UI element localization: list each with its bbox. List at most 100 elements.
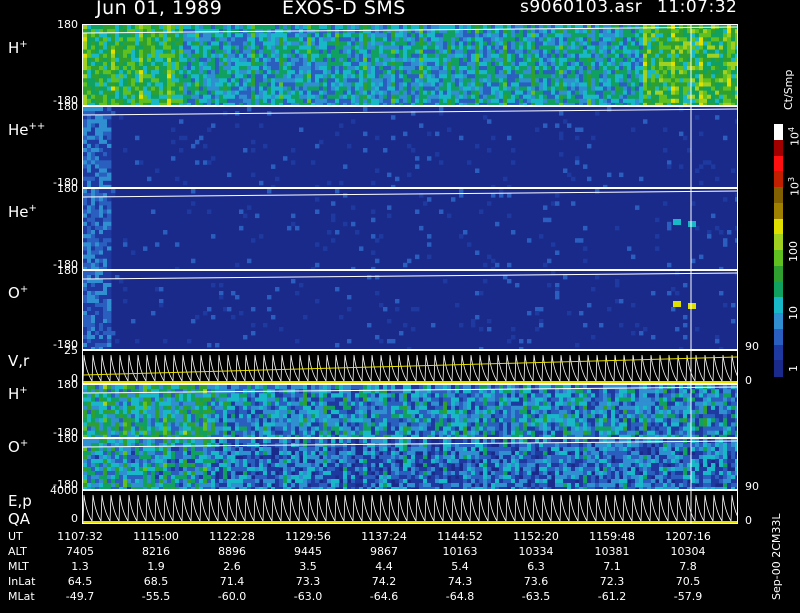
colorbar-segment [774,234,783,250]
row-value-ut: 1107:32 [50,530,110,543]
row-value-mlt: 5.4 [430,560,490,573]
title-date: Jun 01, 1989 [96,0,222,19]
row-value-alt: 10163 [430,545,490,558]
panel-plot-h-plus-top [83,25,738,106]
colorbar-segment [774,313,783,329]
panel-label-h-plus-bottom: H+ [8,385,28,403]
right-tick-ep: 0 [745,514,752,527]
row-value-mlat: -64.8 [430,590,490,603]
panel-label-he-plus: He+ [8,203,37,221]
row-value-mlt: 2.6 [202,560,262,573]
panel-label-o-plus-top: O+ [8,284,28,302]
row-value-ut: 1122:28 [202,530,262,543]
panel-plot-he-plus [83,189,738,270]
row-value-mlat: -55.5 [126,590,186,603]
panel-plot-o-plus-top [83,271,738,350]
title-file: s9060103.asr [520,0,642,17]
panel-he-plusplus [82,106,738,188]
panel-plot-h-plus-bottom [83,385,738,438]
panel-label-vr: V,r [8,352,29,370]
row-value-inlat: 71.4 [202,575,262,588]
row-value-mlat: -63.0 [278,590,338,603]
panel-he-plus [82,188,738,270]
ytick-top-h-plus-top: 180 [38,18,78,31]
title-instrument: EXOS-D SMS [282,0,406,19]
row-value-inlat: 74.2 [354,575,414,588]
row-label-ut: UT [8,530,23,543]
row-value-alt: 10334 [506,545,566,558]
panel-plot-vr [83,351,738,384]
ytick-top-he-plusplus: 180 [38,100,78,113]
row-value-mlt: 7.8 [658,560,718,573]
row-value-mlat: -61.2 [582,590,642,603]
row-label-inlat: InLat [8,575,35,588]
row-value-mlt: 4.4 [354,560,414,573]
row-value-inlat: 70.5 [658,575,718,588]
row-value-mlat: -57.9 [658,590,718,603]
colorbar-segment [774,345,783,361]
colorbar-segment [774,219,783,235]
panel-o-plus-top [82,270,738,350]
row-value-alt: 9867 [354,545,414,558]
row-value-mlt: 1.9 [126,560,186,573]
colorbar-segment [774,140,783,156]
row-value-alt: 9445 [278,545,338,558]
colorbar-segment [774,203,783,219]
row-value-ut: 1159:48 [582,530,642,543]
colorbar-tick: 1 [787,372,794,385]
right-tick-o-plus-top: 90 [745,340,759,353]
row-value-mlat: -63.5 [506,590,566,603]
ytick-bottom-ep: 0 [38,512,78,525]
colorbar-tick: 103 [787,196,800,211]
row-label-alt: ALT [8,545,27,558]
row-value-alt: 7405 [50,545,110,558]
ytick-top-ep: 4000 [38,484,78,497]
row-value-inlat: 64.5 [50,575,110,588]
panel-h-plus-bottom [82,384,738,438]
row-value-inlat: 68.5 [126,575,186,588]
colorbar-segment [774,329,783,345]
row-value-mlt: 1.3 [50,560,110,573]
row-value-ut: 1129:56 [278,530,338,543]
panel-plot-o-plus-bottom [83,439,738,490]
colorbar-tick: 100 [787,262,800,275]
row-value-alt: 10304 [658,545,718,558]
panel-label-o-plus-bottom: O+ [8,438,28,456]
colorbar-tick: 10 [787,320,800,333]
row-value-inlat: 73.6 [506,575,566,588]
row-value-inlat: 73.3 [278,575,338,588]
row-value-alt: 8896 [202,545,262,558]
panel-h-plus-top [82,24,738,106]
ytick-top-o-plus-top: 180 [38,264,78,277]
colorbar-segment [774,156,783,172]
panel-extra-label-ep: QA [8,510,30,528]
ytick-top-h-plus-bottom: 180 [38,378,78,391]
row-value-ut: 1144:52 [430,530,490,543]
ytick-top-he-plus: 180 [38,182,78,195]
row-value-mlat: -64.6 [354,590,414,603]
row-value-ut: 1152:20 [506,530,566,543]
row-value-mlt: 7.1 [582,560,642,573]
colorbar-segment [774,124,783,140]
row-value-ut: 1207:16 [658,530,718,543]
colorbar-segment [774,187,783,203]
title-time: 11:07:32 [657,0,737,17]
colorbar [774,124,783,376]
row-value-ut: 1115:00 [126,530,186,543]
ytick-top-o-plus-bottom: 180 [38,432,78,445]
colorbar-segment [774,360,783,376]
row-value-mlat: -60.0 [202,590,262,603]
panel-plot-ep [83,491,738,524]
row-value-inlat: 72.3 [582,575,642,588]
colorbar-segment [774,297,783,313]
right-tick-vr: 0 [745,374,752,387]
row-value-mlt: 3.5 [278,560,338,573]
ytick-top-vr: 25 [38,344,78,357]
row-value-mlat: -49.7 [50,590,110,603]
side-note: Sep-00 2CM33L [770,600,800,613]
colorbar-segment [774,250,783,266]
row-value-alt: 8216 [126,545,186,558]
colorbar-segment [774,282,783,298]
row-label-mlt: MLT [8,560,29,573]
panel-ep [82,490,738,524]
